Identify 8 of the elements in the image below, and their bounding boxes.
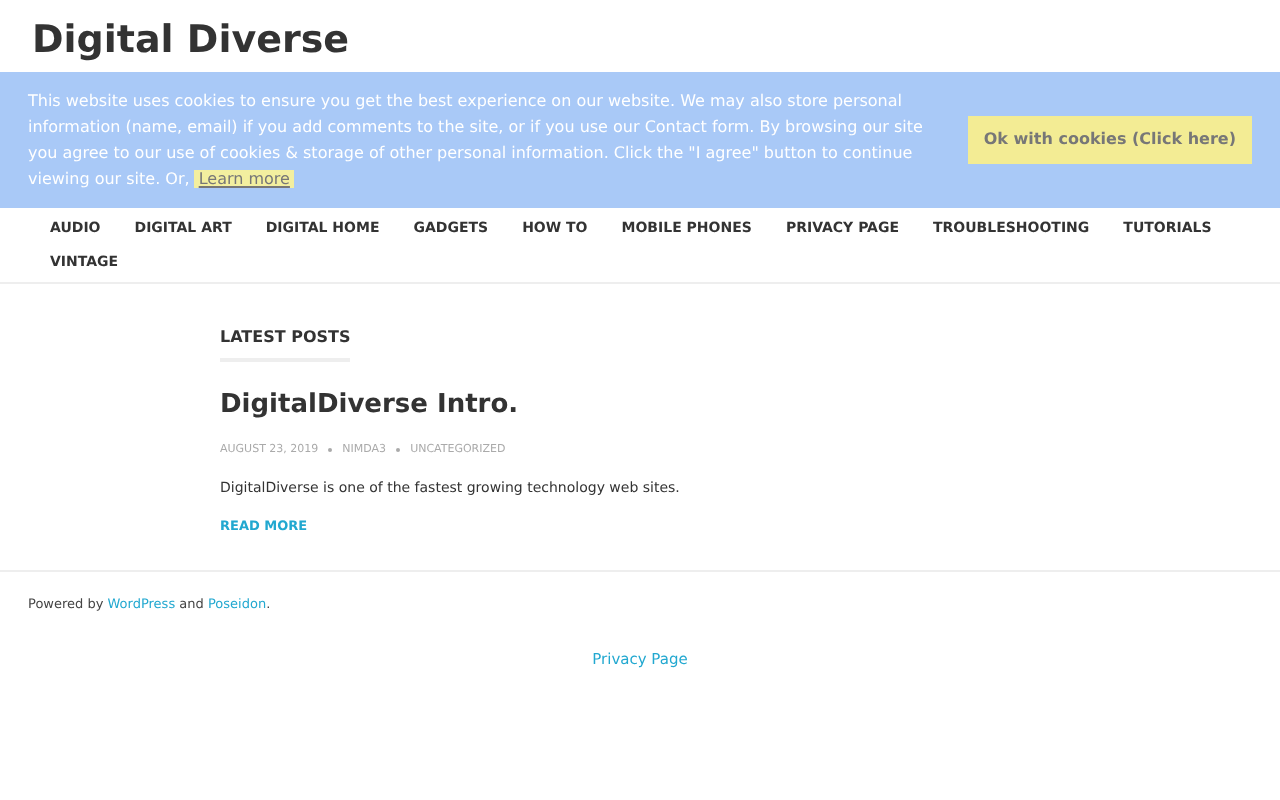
bullet-icon [396,447,401,452]
section-heading: LATEST POSTS [220,326,351,362]
post-title[interactable]: DigitalDiverse Intro. [220,386,1248,425]
site-title[interactable]: Digital Diverse [32,16,1248,64]
bullet-icon [328,447,333,452]
learn-more-link[interactable]: Learn more [194,170,294,188]
cookie-notice-text: This website uses cookies to ensure you get the best experience on our website. We may also store personal information (name, email) if you add comments to the site, or if you use our Contact form. By browsing our site you agree to our use of cookies & storage of other personal information. Click the "I agree" button to continue viewing our site. Or, Learn more [28,90,925,192]
accept-cookies-button[interactable]: Ok with cookies (Click here) [967,116,1252,164]
